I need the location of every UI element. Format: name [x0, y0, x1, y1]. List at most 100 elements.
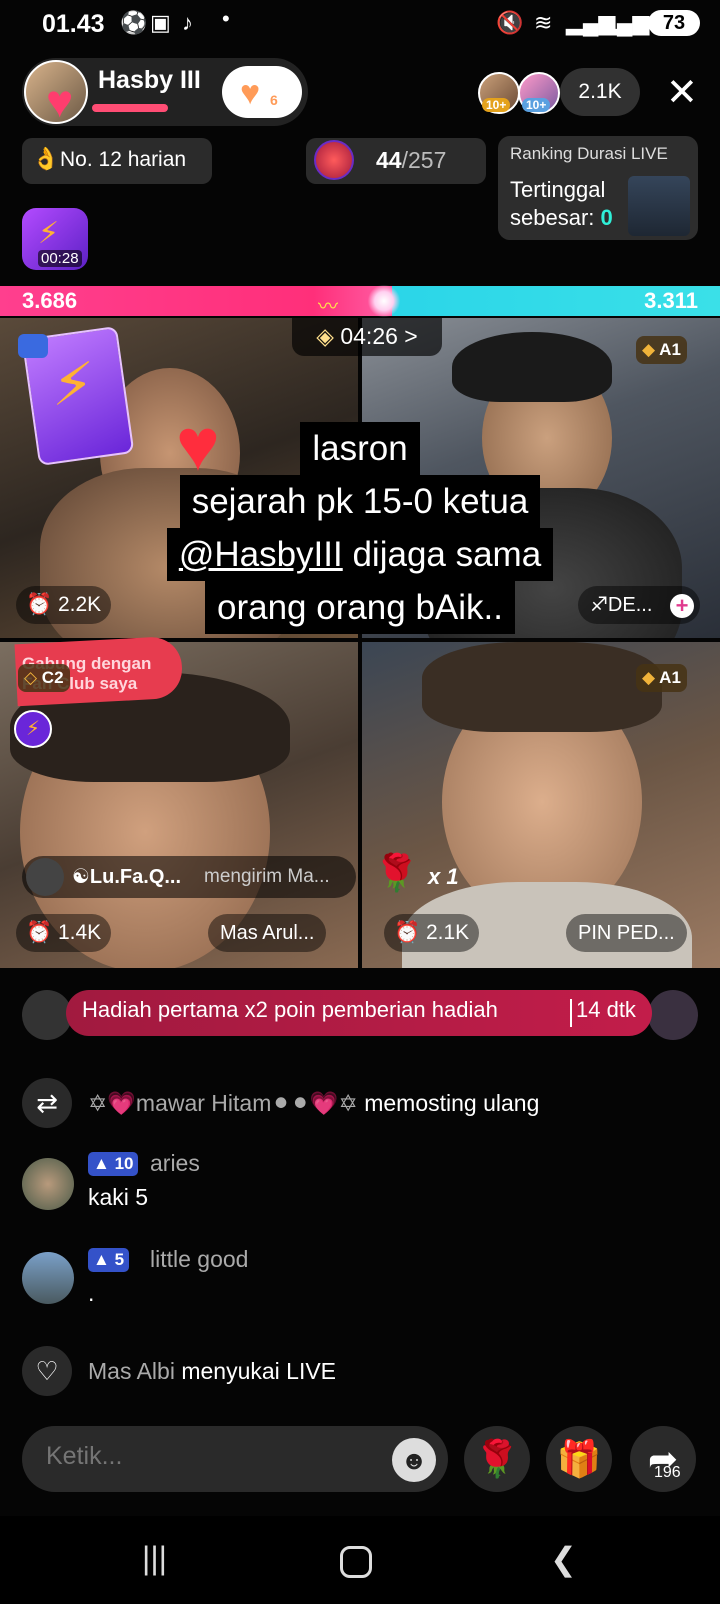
gift-sender-name: ☯Lu.Fa.Q... [72, 866, 182, 888]
repost-icon: ⇄ [22, 1078, 72, 1128]
viewer-badge: 10+ [482, 98, 511, 112]
gift-sender-avatar[interactable] [26, 858, 64, 896]
heart-outline-icon: ♡ [22, 1346, 72, 1396]
comment-user[interactable]: little good [150, 1246, 248, 1273]
diamond-icon: ◆ [642, 668, 660, 687]
tile-name[interactable]: PIN PED... [566, 914, 687, 952]
duration-line2: sebesar: [510, 205, 601, 230]
side-avatar [22, 990, 72, 1040]
duration-title: Ranking Durasi LIVE [510, 144, 668, 163]
share-button[interactable]: ➦ [630, 1426, 696, 1492]
tile-badge [18, 334, 48, 358]
tile-rank-badge: ◇ C2 [18, 664, 70, 692]
lightning-icon: ⚡ [38, 217, 60, 250]
tile-score-value: 1.4K [57, 921, 102, 944]
duration-text: Tertinggal sebesar: 0 [510, 176, 613, 232]
tile-name[interactable]: Mas Arul... [208, 914, 327, 952]
diamond-icon: ◇ [24, 668, 42, 687]
diamond-icon: ◈ [316, 323, 341, 349]
caption-text: orang orang bAik.. [204, 581, 515, 634]
fire-icon: 👌 [32, 146, 60, 171]
caption-text: lasron [300, 422, 420, 475]
status-bar: 01.43 ⚽ ▣ ♪ • 🔇 ≋ ▂▄▆ ▂▄▆ 73 [0, 0, 720, 48]
rose-icon: 🌹 [374, 852, 419, 893]
viewer-count[interactable]: 2.1K [560, 68, 640, 116]
comment-text: kaki 5 [88, 1184, 149, 1210]
goal-total: /257 [401, 147, 447, 173]
level-value: 5 [114, 1250, 125, 1269]
follow-heart-icon: ♥ [240, 74, 261, 112]
spark-icon: 〰 [318, 296, 338, 318]
caption-rest: dijaga sama [342, 535, 542, 574]
repost-comment: ✡💗mawar Hitam⚫⚫💗✡ memosting ulang [88, 1090, 539, 1117]
clock-icon: ⏰ [26, 921, 58, 944]
close-icon[interactable]: ✕ [666, 74, 698, 112]
comment-text: . [88, 1280, 95, 1306]
mute-icon: 🔇 [496, 10, 524, 35]
tile-rank-badge: ◆ A1 [636, 336, 687, 364]
tile-name-text: PIN PED... [578, 922, 675, 944]
pk-spark-icon [368, 284, 400, 318]
diamond-icon: ◆ [642, 340, 660, 359]
lightning-icon: ⚡ [14, 710, 52, 748]
battery-level: 73 [662, 12, 686, 34]
status-time: 01.43 [42, 10, 105, 38]
level-value: 10 [114, 1154, 134, 1173]
promo-text: Hadiah pertama x2 poin pemberian hadiah [82, 997, 498, 1022]
tile-rank: A1 [659, 340, 681, 359]
lightning-icon: ⚡ [52, 351, 95, 418]
pk-timer-value: 04:26 > [340, 323, 418, 349]
daily-rank-label: No. 12 harian [60, 148, 187, 171]
caption-line: @HasbyIII dijaga sama [0, 528, 720, 581]
comment-user[interactable]: aries [150, 1150, 200, 1177]
pk-right-score: 3.311 [644, 288, 698, 313]
caption-line: orang orang bAik.. [0, 581, 720, 634]
host-name[interactable]: Hasby III [98, 66, 201, 95]
tile-name-text: Mas Arul... [220, 922, 315, 944]
football-icon: ⚽ [120, 10, 148, 35]
rose-gift-button[interactable]: 🌹 [464, 1426, 530, 1492]
home-icon[interactable] [340, 1546, 372, 1578]
promo-countdown: 14 dtk [576, 997, 636, 1022]
gift-icon: 🎁 [556, 1438, 602, 1479]
like-comment: Mas Albi menyukai LIVE [88, 1358, 336, 1385]
comment-avatar[interactable] [22, 1252, 74, 1304]
caption-text: sejarah pk 15-0 ketua [179, 475, 541, 528]
goal-icon [314, 140, 354, 180]
comment-action: memosting ulang [357, 1090, 540, 1116]
caption-mention[interactable]: @HasbyIII [179, 535, 343, 574]
back-icon[interactable]: ❮ [550, 1540, 577, 1578]
promo-divider [570, 999, 572, 1027]
pk-timer[interactable]: ◈ 04:26 > [292, 318, 442, 356]
host-progress-bar [92, 104, 168, 112]
pk-left-score: 3.686 [22, 288, 78, 313]
clock-icon: ⏰ [394, 921, 426, 944]
duration-value: 0 [600, 205, 613, 230]
level-badge: ▲ 5 [88, 1248, 130, 1272]
comment-input[interactable] [46, 1442, 376, 1471]
gift-message-text: mengirim Ma... [204, 866, 330, 887]
comment-user[interactable]: ✡💗mawar Hitam⚫⚫💗✡ [88, 1090, 358, 1116]
tile-score-value: 2.1K [425, 921, 470, 944]
duration-thumbnail [628, 176, 690, 236]
comment-avatar[interactable] [22, 1158, 74, 1210]
side-avatar [648, 990, 698, 1040]
emoji-icon[interactable]: ☻ [392, 1438, 436, 1482]
live-screen: 01.43 ⚽ ▣ ♪ • 🔇 ≋ ▂▄▆ ▂▄▆ 73 ♥ Hasby III… [0, 0, 720, 1604]
streamer-hair [452, 332, 612, 402]
caption-text: @HasbyIII dijaga sama [166, 528, 554, 581]
caption-line: lasron [0, 422, 720, 475]
recent-apps-icon[interactable]: ||| [142, 1540, 167, 1577]
tile-score[interactable]: ⏰ 2.1K [384, 914, 480, 952]
message-icon: ▣ [150, 10, 171, 35]
tile-rank: A1 [659, 668, 681, 687]
tiktok-icon: ♪ [182, 10, 193, 35]
goal-progress: 44/257 [376, 147, 446, 174]
wifi-icon: ≋ [534, 10, 553, 35]
comment-user[interactable]: Mas Albi [88, 1358, 175, 1384]
gift-button[interactable]: 🎁 [546, 1426, 612, 1492]
share-count: 196 [654, 1464, 681, 1481]
caption-line: sejarah pk 15-0 ketua [0, 475, 720, 528]
follow-button[interactable] [222, 66, 302, 118]
tile-score[interactable]: ⏰ 1.4K [16, 914, 112, 952]
